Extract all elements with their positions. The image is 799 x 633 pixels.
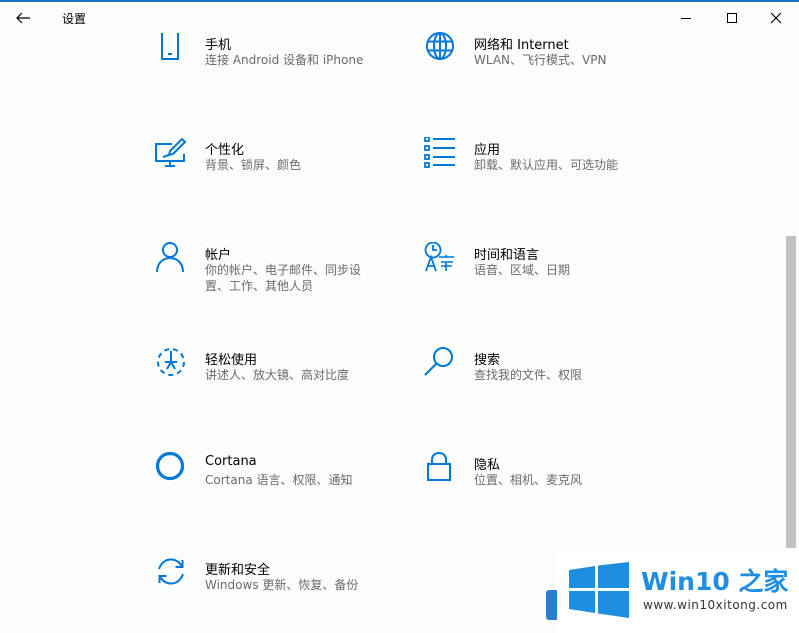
- category-accounts[interactable]: 帐户 你的帐户、电子邮件、同步设置、工作、其他人员: [155, 242, 395, 312]
- category-desc: 讲述人、放大镜、高对比度: [205, 368, 350, 382]
- globe-icon: [426, 32, 454, 60]
- minimize-icon: [681, 18, 691, 19]
- category-name: 帐户: [205, 248, 232, 263]
- search-icon: [424, 347, 453, 376]
- category-desc: 背景、锁屏、颜色: [205, 158, 302, 172]
- category-desc: 你的帐户、电子邮件、同步设置、工作、其他人员: [205, 263, 362, 293]
- category-cortana[interactable]: Cortana Cortana 语言、权限、通知: [155, 452, 395, 522]
- category-name: 应用: [474, 143, 501, 158]
- ease-of-access-icon: [157, 348, 185, 376]
- category-desc: 查找我的文件、权限: [474, 368, 583, 382]
- category-privacy[interactable]: 隐私 位置、相机、麦克风: [424, 452, 664, 522]
- category-name: 时间和语言: [474, 248, 540, 263]
- watermark-brand: Win10 之家: [641, 567, 789, 596]
- title-bar: 设置: [0, 2, 799, 34]
- apps-icon: [424, 137, 455, 168]
- category-network[interactable]: 网络和 Internet WLAN、飞行模式、VPN: [424, 32, 664, 102]
- category-update-security[interactable]: 更新和安全 Windows 更新、恢复、备份: [155, 557, 395, 627]
- category-name: 网络和 Internet: [474, 38, 569, 53]
- category-desc: 卸载、默认应用、可选功能: [474, 158, 619, 172]
- category-name: 轻松使用: [205, 353, 258, 368]
- category-desc: 连接 Android 设备和 iPhone: [205, 53, 364, 67]
- category-name: Cortana: [205, 454, 257, 469]
- close-icon: [770, 12, 782, 24]
- close-button[interactable]: [753, 2, 799, 34]
- personalization-icon: [155, 137, 187, 167]
- category-desc: Cortana 语言、权限、通知: [205, 473, 353, 487]
- category-personalization[interactable]: 个性化 背景、锁屏、颜色: [155, 137, 395, 207]
- person-icon: [156, 242, 184, 273]
- category-desc: WLAN、飞行模式、VPN: [474, 53, 607, 67]
- category-name: 搜索: [474, 353, 501, 368]
- category-desc: 位置、相机、麦克风: [474, 473, 583, 487]
- window-title: 设置: [62, 12, 87, 26]
- category-phone[interactable]: 手机 连接 Android 设备和 iPhone: [155, 32, 395, 102]
- category-time-language[interactable]: 时间和语言 语音、区域、日期: [424, 242, 664, 312]
- update-icon: [158, 558, 184, 585]
- category-search[interactable]: 搜索 查找我的文件、权限: [424, 347, 664, 417]
- watermark-site: www.win10xitong.com: [643, 598, 788, 612]
- category-name: 隐私: [474, 458, 501, 473]
- maximize-icon: [727, 13, 737, 23]
- category-name: 手机: [205, 38, 232, 53]
- back-button[interactable]: [8, 6, 38, 30]
- watermark: Win10 之家 www.win10xitong.com: [557, 550, 799, 633]
- minimize-button[interactable]: [663, 2, 709, 34]
- category-name: 个性化: [205, 143, 245, 158]
- back-arrow-icon: [16, 12, 30, 24]
- phone-icon: [161, 33, 179, 60]
- windows-logo: [569, 562, 629, 618]
- time-language-icon: [424, 242, 454, 272]
- category-apps[interactable]: 应用 卸载、默认应用、可选功能: [424, 137, 664, 207]
- scrollbar-thumb[interactable]: [786, 236, 796, 548]
- maximize-button[interactable]: [709, 2, 755, 34]
- lock-icon: [427, 452, 451, 481]
- category-name: 更新和安全: [205, 563, 271, 578]
- category-desc: 语音、区域、日期: [474, 263, 571, 277]
- category-ease-of-access[interactable]: 轻松使用 讲述人、放大镜、高对比度: [155, 347, 395, 417]
- category-desc: Windows 更新、恢复、备份: [205, 578, 359, 592]
- cortana-icon: [155, 452, 185, 481]
